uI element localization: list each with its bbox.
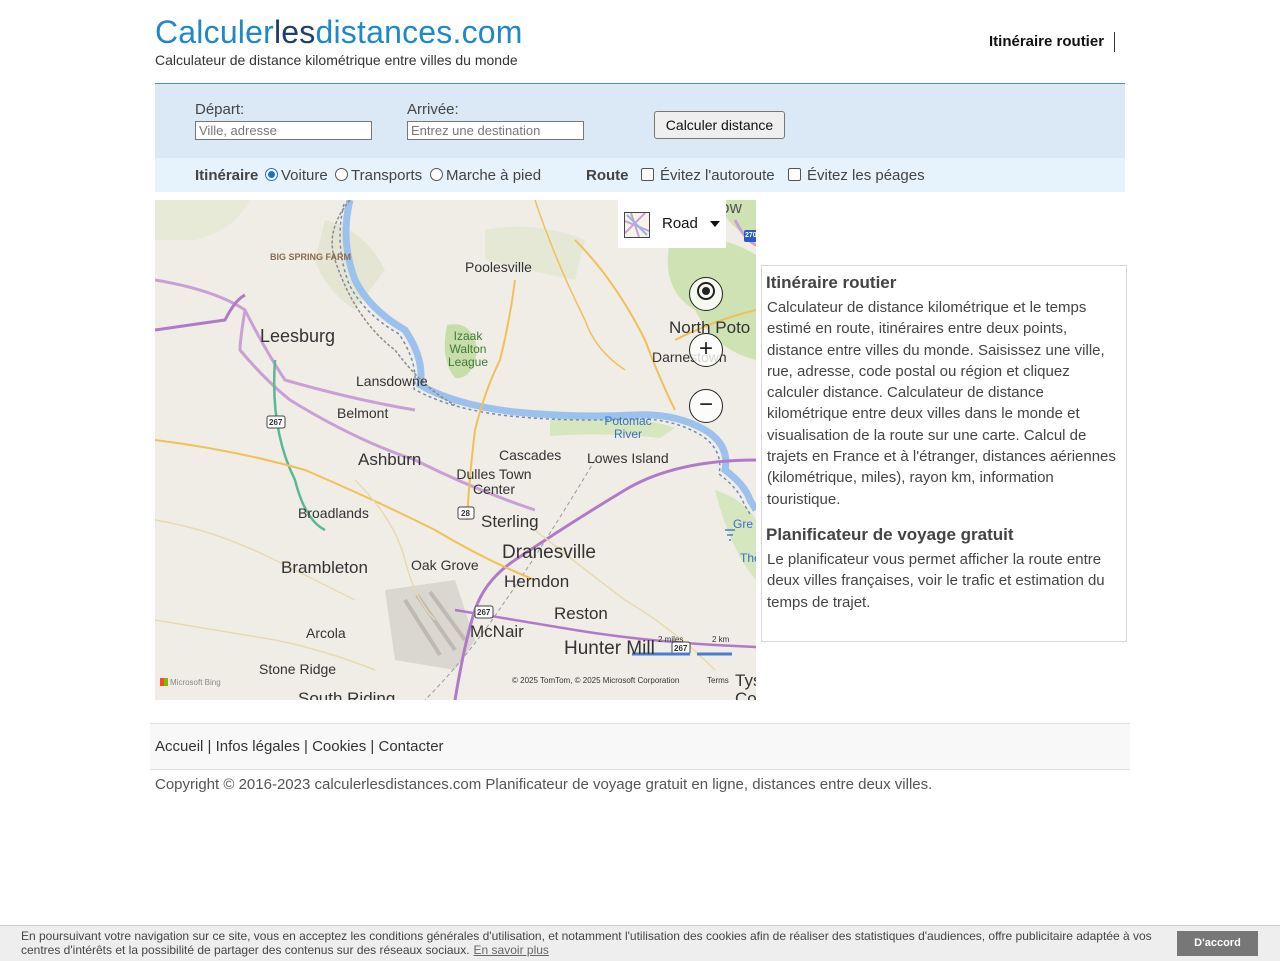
bing-logo-icon	[160, 678, 168, 686]
tagline: Calculateur de distance kilométrique ent…	[155, 52, 518, 68]
footer-link-infos-legales[interactable]: Infos légales	[216, 738, 300, 755]
footer-separator: |	[203, 738, 216, 755]
arrivee-input[interactable]	[407, 121, 584, 140]
place-label: Broadlands	[298, 505, 369, 521]
zoom-in-button[interactable]: +	[689, 333, 723, 367]
logo-part-1: Calculer	[155, 14, 274, 50]
radio-transports[interactable]	[335, 168, 348, 181]
place-label: Reston	[554, 604, 608, 623]
radio-marche[interactable]	[430, 168, 443, 181]
bing-brand-text: Microsoft Bing	[170, 678, 221, 687]
footer-nav: Accueil | Infos légales | Cookies | Cont…	[150, 723, 1130, 770]
logo-part-2: les	[273, 14, 316, 50]
shield-label: 267	[674, 644, 688, 653]
place-label: McNair	[470, 622, 524, 641]
footer-link-accueil[interactable]: Accueil	[155, 738, 203, 755]
avoid-tolls[interactable]: Évitez les péages	[788, 167, 925, 184]
cookie-more-link[interactable]: En savoir plus	[474, 943, 549, 957]
route-label: Route	[586, 167, 629, 184]
place-label: Lansdowne	[356, 373, 428, 389]
footer-link-cookies[interactable]: Cookies	[312, 738, 366, 755]
calculate-button[interactable]: Calculer distance	[654, 111, 785, 139]
footer-link-contacter[interactable]: Contacter	[379, 738, 444, 755]
place-label: Stone Ridge	[259, 661, 337, 677]
cookie-message-wrap: En poursuivant votre navigation sur ce s…	[21, 929, 1161, 957]
avoid-tolls-label: Évitez les péages	[807, 167, 925, 184]
footer-separator: |	[366, 738, 379, 755]
cookie-banner: En poursuivant votre navigation sur ce s…	[0, 925, 1280, 961]
mode-voiture[interactable]: Voiture	[265, 167, 328, 184]
info-title-1: Itinéraire routier	[766, 273, 897, 292]
place-label: Potomac River	[604, 414, 652, 441]
copyright: Copyright © 2016-2023 calculerlesdistanc…	[155, 776, 933, 793]
place-label: Poolesville	[465, 259, 532, 275]
plus-icon: +	[698, 335, 713, 362]
shield-label: 267	[269, 418, 283, 427]
place-label: Tys	[735, 671, 756, 690]
info-text-1: Calculateur de distance kilométrique et …	[767, 299, 1116, 508]
depart-label: Départ:	[195, 101, 245, 118]
info-text-2: Le planificateur vous permet afficher la…	[767, 551, 1105, 611]
avoid-highway[interactable]: Évitez l'autoroute	[641, 167, 775, 184]
locate-me-button[interactable]	[689, 277, 723, 311]
place-label: Arcola	[306, 625, 346, 641]
shield-label: 270	[745, 232, 756, 239]
place-label: Belmont	[337, 405, 389, 421]
shield-label: 267	[477, 608, 491, 617]
info-panel: Itinéraire routier Calculateur de distan…	[761, 265, 1127, 642]
footer-separator: |	[299, 738, 313, 755]
chevron-down-icon	[710, 221, 720, 227]
place-label: Hunter Mill	[564, 638, 655, 659]
minus-icon: −	[698, 391, 713, 418]
avoid-highway-label: Évitez l'autoroute	[660, 167, 775, 184]
place-label: The	[740, 551, 756, 565]
logo-part-3: distances.com	[315, 14, 523, 50]
zoom-out-button[interactable]: −	[689, 389, 723, 423]
place-label: Oak Grove	[411, 557, 479, 573]
map-terms-link[interactable]: Terms	[707, 676, 729, 685]
place-label: Cascades	[499, 447, 562, 463]
scale-miles: 2 miles	[658, 635, 684, 644]
depart-input[interactable]	[195, 121, 372, 140]
itineraire-label: Itinéraire	[195, 167, 259, 184]
mode-voiture-label: Voiture	[281, 167, 328, 184]
checkbox-avoid-tolls[interactable]	[788, 168, 801, 181]
place-label: BIG SPRING FARM	[270, 252, 352, 262]
map-attribution: © 2025 TomTom, © 2025 Microsoft Corporat…	[512, 676, 680, 685]
arrivee-label: Arrivée:	[407, 101, 459, 118]
scale-km: 2 km	[712, 635, 730, 644]
place-label: Lowes Island	[587, 450, 669, 466]
mode-transports-label: Transports	[351, 167, 423, 184]
place-label: Sterling	[481, 512, 539, 531]
locate-icon	[697, 281, 715, 300]
place-label: Izaak Walton League	[447, 329, 489, 369]
cookie-accept-button[interactable]: D'accord	[1177, 931, 1258, 956]
place-label: Dranesville	[502, 542, 596, 563]
options-bar: Itinéraire Voiture Transports Marche à p…	[155, 158, 1125, 192]
cookie-message: En poursuivant votre navigation sur ce s…	[21, 929, 1152, 957]
mode-marche[interactable]: Marche à pied	[430, 167, 541, 184]
road-map-icon	[624, 212, 650, 238]
map-style-selector[interactable]: Road	[618, 200, 726, 248]
map-style-label: Road	[662, 215, 698, 232]
place-label: South Riding	[298, 689, 396, 700]
radio-voiture[interactable]	[265, 168, 278, 181]
bing-logo: Microsoft Bing	[160, 678, 221, 687]
shield-label: 28	[461, 509, 470, 518]
place-label: Ashburn	[358, 450, 422, 469]
nav-link-itineraire[interactable]: Itinéraire routier	[989, 32, 1116, 52]
place-label: Leesburg	[260, 326, 336, 346]
info-title-2: Planificateur de voyage gratuit	[766, 525, 1014, 544]
checkbox-avoid-highway[interactable]	[641, 168, 654, 181]
place-label: Herndon	[504, 572, 570, 591]
locate-icon-dot	[702, 286, 710, 295]
site-logo[interactable]: Calculerlesdistances.com	[155, 14, 523, 51]
mode-marche-label: Marche à pied	[446, 167, 542, 184]
map-canvas[interactable]: 267 28 267 267 270 Germantow BIG SPRING …	[155, 200, 756, 700]
place-label: Co	[735, 689, 756, 700]
place-label: Brambleton	[281, 558, 368, 577]
place-label: Gre	[733, 517, 754, 531]
mode-transports[interactable]: Transports	[335, 167, 422, 184]
place-label: Dulles Town Center	[456, 466, 532, 497]
